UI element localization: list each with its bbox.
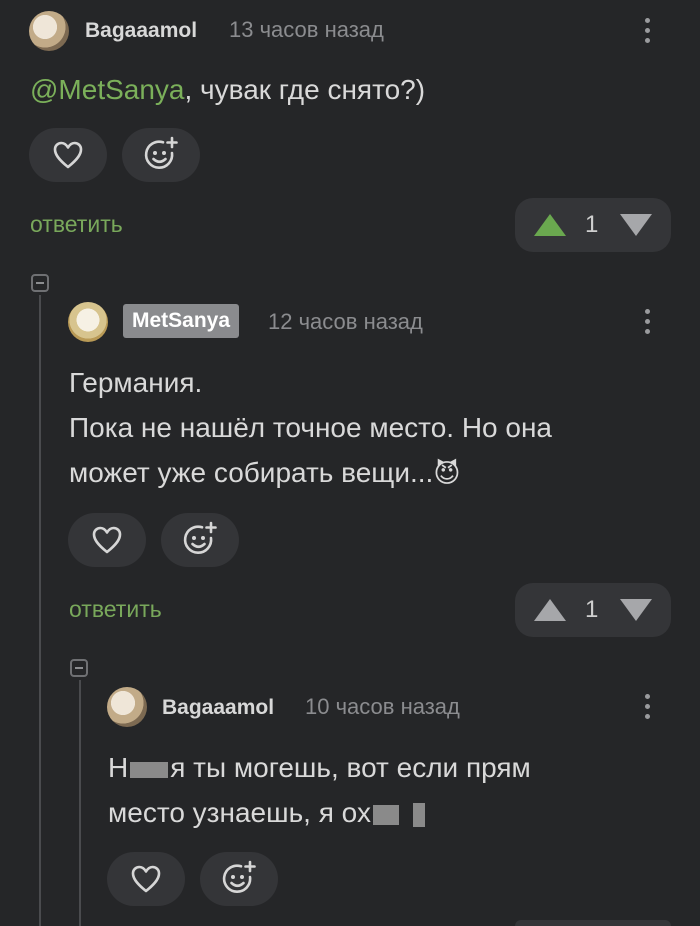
like-button[interactable] [29,128,107,182]
comment-text: Германия. Пока не нашёл точное место. Но… [69,360,552,496]
downvote-icon[interactable] [619,598,653,622]
comment-line: может уже собирать вещи... [69,457,434,488]
rating-count: 1 [585,211,599,238]
rating-widget: 1 [515,583,671,637]
censored-text [372,804,399,825]
timestamp: 10 часов назад [305,694,460,719]
more-vertical-icon[interactable] [645,694,651,724]
thread-line-1 [39,295,41,926]
emoji-add-icon [144,136,178,169]
censored-text [130,761,169,778]
downvote-icon[interactable] [619,213,653,237]
like-button[interactable] [107,852,185,906]
rating-widget: 1 [515,198,671,252]
heart-icon [131,865,161,893]
like-button[interactable] [68,513,146,567]
avatar[interactable] [68,302,108,342]
collapse-icon[interactable] [70,659,88,677]
emoji-add-icon [183,521,217,554]
more-vertical-icon[interactable] [645,18,651,48]
comment-line: Пока не нашёл точное место. Но она [69,412,552,443]
devil-emoji: 😈 [433,458,461,488]
comment-line: Германия. [69,367,203,398]
upvote-icon[interactable] [533,598,567,622]
comment-fragment: я ты могешь, вот если прям [170,752,531,783]
censored-text [412,802,425,827]
user-mention-link[interactable]: @MetSanya [30,74,185,105]
heart-icon [53,141,83,169]
upvote-icon[interactable] [533,213,567,237]
emoji-add-icon [222,860,256,893]
thread-line-2 [79,680,81,926]
comment-text: Ня ты могешь, вот если прям место узнаеш… [108,745,531,835]
comment-fragment: место узнаешь, я ох [108,797,371,828]
comment-text: @MetSanya, чувак где снято?) [30,67,425,112]
username[interactable]: Bagaaamol [85,19,197,43]
username[interactable]: MetSanya [123,304,240,338]
more-vertical-icon[interactable] [645,309,651,339]
add-reaction-button[interactable] [161,513,239,567]
reply-link[interactable]: ответить [69,596,162,623]
avatar[interactable] [107,687,147,727]
heart-icon [92,526,122,554]
username[interactable]: Bagaaamol [162,696,274,720]
rating-widget-partial [515,920,671,926]
rating-count: 1 [585,596,599,623]
timestamp: 12 часов назад [268,309,423,334]
add-reaction-button[interactable] [122,128,200,182]
add-reaction-button[interactable] [200,852,278,906]
comment-fragment: Н [108,752,129,783]
collapse-icon[interactable] [31,274,49,292]
comment-body: , чувак где снято?) [184,74,426,105]
reply-link[interactable]: ответить [30,211,123,238]
timestamp: 13 часов назад [229,17,384,42]
avatar[interactable] [29,11,69,51]
